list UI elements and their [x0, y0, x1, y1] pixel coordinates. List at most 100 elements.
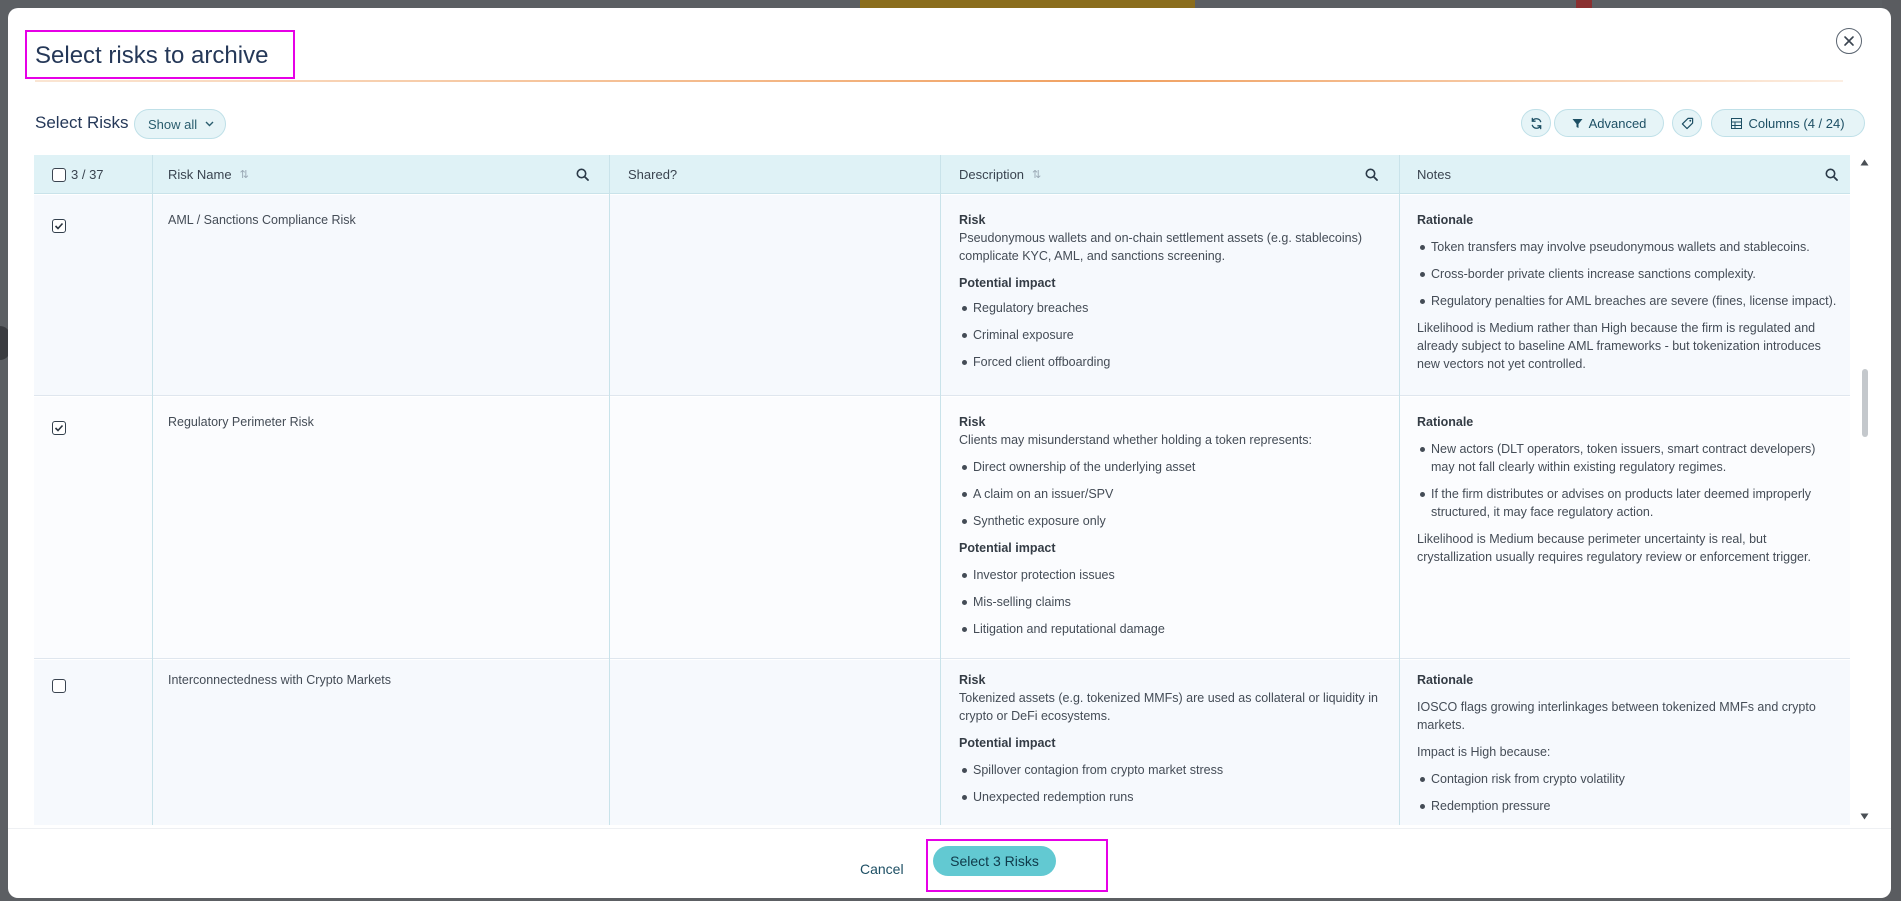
impact-list: Investor protection issues Mis-selling c…: [959, 566, 1399, 638]
impact-list: Spillover contagion from crypto market s…: [959, 761, 1399, 806]
header-risk-name[interactable]: Risk Name ⇅: [168, 155, 249, 194]
columns-label: Columns (4 / 24): [1748, 115, 1845, 131]
sort-icon: ⇅: [1032, 169, 1042, 181]
table-row[interactable]: Interconnectedness with Crypto Markets R…: [34, 660, 1850, 825]
select-all-checkbox[interactable]: [52, 167, 66, 182]
rationale-list: Token transfers may involve pseudonymous…: [1417, 238, 1839, 310]
list-item: Cross-border private clients increase sa…: [1417, 265, 1839, 283]
list-item: Criminal exposure: [959, 326, 1399, 344]
risks-table: 3 / 37 Risk Name ⇅ Shared? Description ⇅…: [34, 155, 1858, 825]
select-all-header: 3 / 37: [52, 155, 104, 194]
risk-name: AML / Sanctions Compliance Risk: [168, 213, 356, 227]
advanced-filter-button[interactable]: Advanced: [1554, 109, 1664, 137]
header-notes[interactable]: Notes: [1417, 155, 1451, 194]
risk-heading: Risk: [959, 213, 986, 227]
list-item: Direct ownership of the underlying asset: [959, 458, 1399, 476]
show-all-label: Show all: [148, 116, 198, 132]
list-item: Forced client offboarding: [959, 353, 1399, 371]
list-item: Synthetic exposure only: [959, 512, 1399, 530]
header-shared[interactable]: Shared?: [628, 155, 677, 194]
search-icon: [1365, 168, 1378, 181]
impact-heading: Potential impact: [959, 276, 1056, 290]
column-divider: [609, 155, 610, 825]
refresh-icon: [1531, 117, 1541, 129]
notes-cell: Rationale IOSCO flags growing interlinka…: [1417, 671, 1839, 824]
header-description[interactable]: Description ⇅: [959, 155, 1041, 194]
column-divider: [152, 155, 153, 825]
column-divider: [1399, 155, 1400, 825]
header-notes-label: Notes: [1417, 167, 1451, 182]
table-icon: [1731, 117, 1743, 129]
table-header: 3 / 37 Risk Name ⇅ Shared? Description ⇅…: [34, 155, 1850, 194]
list-item: Litigation and reputational damage: [959, 620, 1399, 638]
selection-count: 3 / 37: [71, 167, 104, 182]
search-description-button[interactable]: [1365, 155, 1378, 194]
list-item: A claim on an issuer/SPV: [959, 485, 1399, 503]
scroll-down-icon: [1860, 813, 1869, 820]
risk-heading: Risk: [959, 415, 986, 429]
list-item: Contagion risk from crypto volatility: [1417, 770, 1839, 788]
title-divider: [35, 80, 1843, 82]
refresh-button[interactable]: [1521, 109, 1551, 137]
table-row[interactable]: Regulatory Perimeter Risk Risk Clients m…: [34, 397, 1850, 659]
row-checkbox[interactable]: [52, 219, 66, 233]
filter-icon: [1572, 118, 1583, 128]
impact-heading: Potential impact: [959, 736, 1056, 750]
row-checkbox-cell: [52, 219, 66, 233]
list-item: Spillover contagion from crypto market s…: [959, 761, 1399, 779]
notes-cell: Rationale Token transfers may involve ps…: [1417, 211, 1839, 373]
row-checkbox-cell: [52, 679, 66, 693]
close-icon: [1844, 36, 1854, 46]
cancel-button[interactable]: Cancel: [860, 861, 904, 877]
search-icon: [1825, 168, 1838, 181]
close-button[interactable]: [1836, 28, 1862, 54]
impact-list: Regulatory breaches Criminal exposure Fo…: [959, 299, 1399, 371]
risk-list: Direct ownership of the underlying asset…: [959, 458, 1399, 530]
rationale-list: New actors (DLT operators, token issuers…: [1417, 440, 1839, 521]
tag-icon: [1681, 117, 1693, 129]
rationale-intro: IOSCO flags growing interlinkages betwee…: [1417, 700, 1816, 732]
list-item: Regulatory penalties for AML breaches ar…: [1417, 292, 1839, 310]
search-notes-button[interactable]: [1825, 155, 1838, 194]
tags-button[interactable]: [1672, 109, 1702, 137]
modal-title: Select risks to archive: [35, 42, 269, 69]
risk-text: Clients may misunderstand whether holdin…: [959, 433, 1312, 447]
search-icon: [576, 168, 589, 181]
risk-text: Pseudonymous wallets and on-chain settle…: [959, 231, 1362, 263]
row-checkbox[interactable]: [52, 421, 66, 435]
check-icon: [54, 424, 64, 432]
list-item: Unexpected redemption runs: [959, 788, 1399, 806]
sort-icon: ⇅: [239, 169, 249, 181]
risk-text: Tokenized assets (e.g. tokenized MMFs) a…: [959, 691, 1378, 723]
rationale-intro-2: Impact is High because:: [1417, 745, 1551, 759]
risk-name: Interconnectedness with Crypto Markets: [168, 673, 392, 687]
columns-button[interactable]: Columns (4 / 24): [1711, 109, 1865, 137]
search-risk-name-button[interactable]: [576, 155, 589, 194]
chevron-down-icon: [205, 121, 214, 127]
table-scrollbar[interactable]: [1858, 155, 1870, 825]
list-item: Token transfers may involve pseudonymous…: [1417, 238, 1839, 256]
description-cell: Risk Tokenized assets (e.g. tokenized MM…: [959, 671, 1399, 815]
header-shared-label: Shared?: [628, 167, 678, 182]
rationale-list: Contagion risk from crypto volatility Re…: [1417, 770, 1839, 815]
description-cell: Risk Clients may misunderstand whether h…: [959, 413, 1399, 647]
impact-heading: Potential impact: [959, 541, 1056, 555]
scroll-up-icon: [1860, 159, 1869, 166]
show-all-filter[interactable]: Show all: [134, 109, 226, 139]
table-row[interactable]: AML / Sanctions Compliance Risk Risk Pse…: [34, 195, 1850, 396]
list-item: Regulatory breaches: [959, 299, 1399, 317]
select-risks-button[interactable]: Select 3 Risks: [933, 846, 1056, 876]
rationale-heading: Rationale: [1417, 415, 1474, 429]
archive-risks-modal: Select risks to archive Select Risks Sho…: [8, 8, 1891, 898]
scrollbar-thumb[interactable]: [1862, 369, 1868, 437]
header-risk-name-label: Risk Name: [168, 167, 232, 182]
row-checkbox-cell: [52, 421, 66, 435]
check-icon: [54, 222, 64, 230]
advanced-label: Advanced: [1588, 115, 1647, 131]
list-item: If the firm distributes or advises on pr…: [1417, 485, 1839, 521]
row-checkbox[interactable]: [52, 679, 66, 693]
footer-divider: [8, 828, 1891, 829]
description-cell: Risk Pseudonymous wallets and on-chain s…: [959, 211, 1399, 380]
header-description-label: Description: [959, 167, 1025, 182]
risk-heading: Risk: [959, 673, 986, 687]
